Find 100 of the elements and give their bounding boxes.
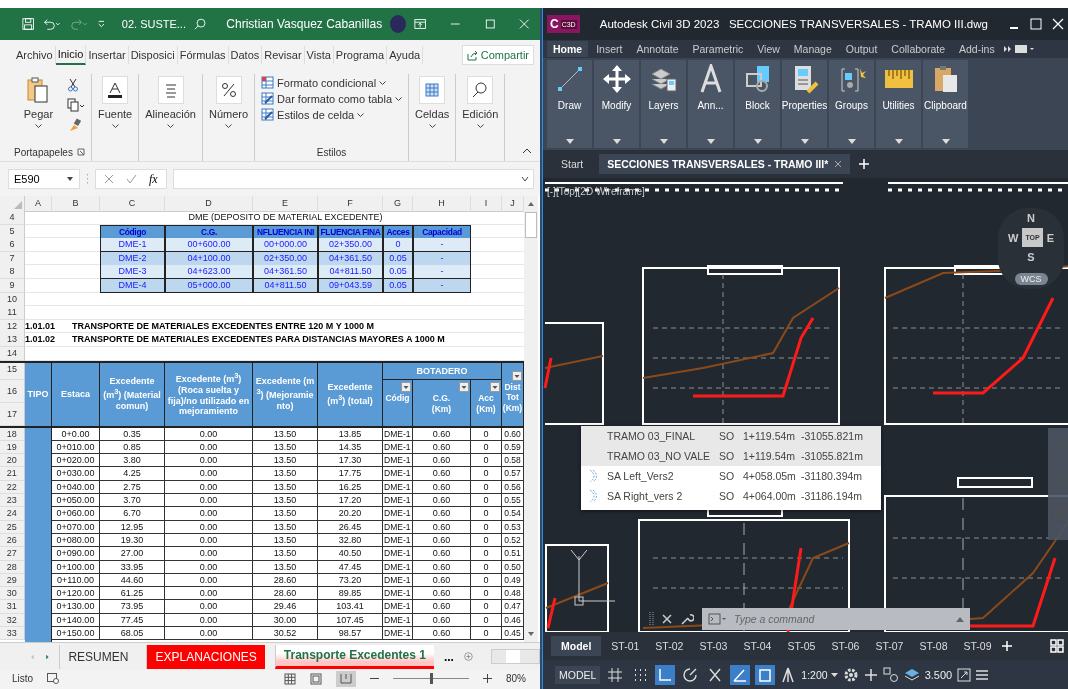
popup-item[interactable]: SA Left_Vers2 SO 4+058.05m -31180.394m — [581, 466, 881, 486]
ribbon-tab[interactable]: Revisar — [262, 46, 305, 64]
column-header[interactable]: B — [52, 196, 100, 212]
font-button[interactable]: Fuente — [97, 74, 133, 161]
groups-panel-button[interactable]: Groups — [829, 60, 874, 148]
layout-tab[interactable]: ST-07 — [869, 636, 910, 656]
document-tab[interactable]: SECCIONES TRANSVERSALES - TRAMO III* — [599, 154, 851, 174]
row-number[interactable]: 24 — [0, 507, 25, 521]
ribbon-tab[interactable]: Inicio — [55, 45, 87, 65]
sheet-tab[interactable]: RESUMEN — [59, 644, 137, 669]
page-layout-icon[interactable] — [310, 672, 322, 685]
row-number[interactable]: 11 — [0, 306, 25, 321]
scroll-down-icon[interactable] — [526, 630, 536, 638]
popup-item[interactable]: SA Right_vers 2 SO 4+064.00m -31186.194m — [581, 486, 881, 506]
document-tab[interactable]: Start — [553, 154, 592, 174]
ribbon-tab[interactable]: Annotate — [630, 41, 685, 57]
formula-input[interactable] — [172, 169, 534, 189]
grid-view-icon[interactable] — [1050, 639, 1064, 653]
share-button[interactable]: Compartir — [461, 45, 534, 65]
vertical-scrollbar[interactable] — [524, 196, 538, 642]
cancel-icon[interactable] — [104, 174, 114, 184]
ribbon-tab[interactable]: Insertar — [86, 46, 129, 64]
name-box[interactable]: E590 — [8, 169, 80, 189]
ribbon-tab[interactable]: Insert — [590, 41, 629, 57]
drag-handle-icon[interactable] — [649, 611, 654, 627]
add-layout-icon[interactable] — [1001, 640, 1014, 652]
maximize-icon[interactable] — [484, 18, 496, 30]
clipboard-panel-button[interactable]: Clipboard — [923, 60, 968, 148]
filter-dropdown-icon[interactable] — [401, 381, 411, 392]
elevation-value[interactable]: 3.500 — [924, 668, 953, 681]
undo-icon[interactable] — [42, 17, 62, 31]
fullscreen-icon[interactable] — [957, 667, 972, 682]
viewport-label[interactable]: [-][Top][2D Wireframe] — [547, 186, 645, 197]
layout-tab[interactable]: Model — [551, 636, 602, 656]
search-button[interactable]: Edición — [462, 74, 499, 161]
row-number[interactable]: 18 — [0, 427, 25, 441]
row-number[interactable]: 21 — [0, 467, 25, 481]
copy-icon[interactable] — [66, 98, 85, 112]
layout-tab[interactable]: ST-03 — [693, 636, 734, 656]
gear-icon[interactable] — [842, 666, 859, 683]
modify-panel-button[interactable]: Modify — [594, 60, 639, 148]
accessibility-icon[interactable] — [47, 673, 60, 684]
filter-dropdown-icon[interactable] — [459, 381, 469, 392]
search-icon[interactable] — [194, 17, 207, 31]
ribbon-toggle-icon[interactable] — [1014, 45, 1035, 53]
ribbon-tab[interactable]: Fórmulas — [177, 46, 229, 64]
scroll-up-icon[interactable] — [526, 200, 536, 208]
customize-icon[interactable] — [97, 19, 106, 29]
ortho-toggle-icon[interactable] — [655, 664, 676, 685]
row-number[interactable]: 27 — [0, 547, 25, 561]
command-history-icon[interactable] — [708, 613, 728, 625]
paste-button[interactable]: Pegar — [14, 74, 63, 143]
sheet-tab[interactable]: EXPLANACIONES — [146, 644, 265, 669]
scroll-thumb[interactable] — [525, 212, 537, 238]
angle-toggle-icon[interactable] — [730, 664, 751, 685]
cells-button[interactable]: Celdas — [415, 74, 450, 161]
ribbon-tab[interactable]: Parametric — [686, 41, 750, 57]
wrench-icon[interactable] — [680, 612, 694, 626]
popup-item[interactable]: TRAMO 03_FINAL SO 1+119.54m -31055.821m — [581, 426, 881, 446]
ribbon-tab[interactable]: Home — [547, 41, 589, 57]
column-header[interactable]: A — [25, 196, 52, 212]
row-number[interactable]: 6 — [0, 238, 25, 253]
save-icon[interactable] — [22, 17, 35, 31]
annotate-panel-button[interactable]: Ann... — [688, 60, 733, 148]
scissors-icon[interactable] — [66, 78, 79, 92]
properties-panel-button[interactable]: Properties — [782, 60, 827, 148]
collapse-ribbon-icon[interactable] — [522, 147, 532, 155]
layout-tab[interactable]: ST-06 — [825, 636, 866, 656]
ribbon-tab[interactable]: Add-ins — [953, 41, 1001, 57]
layout-tab[interactable]: ST-08 — [913, 636, 954, 656]
new-tab-icon[interactable] — [858, 158, 871, 170]
row-number[interactable]: 17 — [0, 402, 25, 426]
styles-menu-button[interactable]: Estilos de celda — [261, 108, 402, 121]
ribbon-tab[interactable]: Vista — [304, 46, 334, 64]
column-header[interactable]: D — [165, 196, 253, 212]
column-header[interactable]: H — [413, 196, 471, 212]
ribbon-tab[interactable]: Ayuda — [387, 46, 424, 64]
column-header[interactable]: G — [383, 196, 413, 212]
column-header[interactable]: I — [471, 196, 502, 212]
layout-tab[interactable]: ST-09 — [957, 636, 998, 656]
expand-icon[interactable] — [521, 176, 529, 182]
ribbon-tab[interactable]: Manage — [787, 41, 838, 57]
row-number[interactable]: 15 — [0, 362, 25, 380]
isolate-icon[interactable] — [882, 666, 899, 683]
align-button[interactable]: Alineación — [145, 74, 196, 161]
ribbon-tab[interactable]: Programa — [333, 46, 388, 64]
plus-icon[interactable] — [863, 667, 878, 682]
model-space-button[interactable]: MODEL — [555, 665, 601, 684]
filter-dropdown-icon[interactable] — [490, 381, 500, 392]
workspace-icon[interactable] — [903, 666, 920, 683]
styles-menu-button[interactable]: Formato condicional — [261, 76, 402, 89]
ribbon-tab[interactable]: Datos — [228, 46, 263, 64]
check-icon[interactable] — [126, 174, 137, 184]
close-icon[interactable] — [662, 614, 672, 624]
layout-tab[interactable]: ST-02 — [649, 636, 690, 656]
page-break-icon[interactable] — [336, 670, 356, 687]
row-number[interactable]: 31 — [0, 600, 25, 614]
zoom-in-icon[interactable] — [483, 674, 492, 683]
layout-tab[interactable]: ST-05 — [781, 636, 822, 656]
styles-menu-button[interactable]: Dar formato como tabla — [261, 92, 402, 105]
